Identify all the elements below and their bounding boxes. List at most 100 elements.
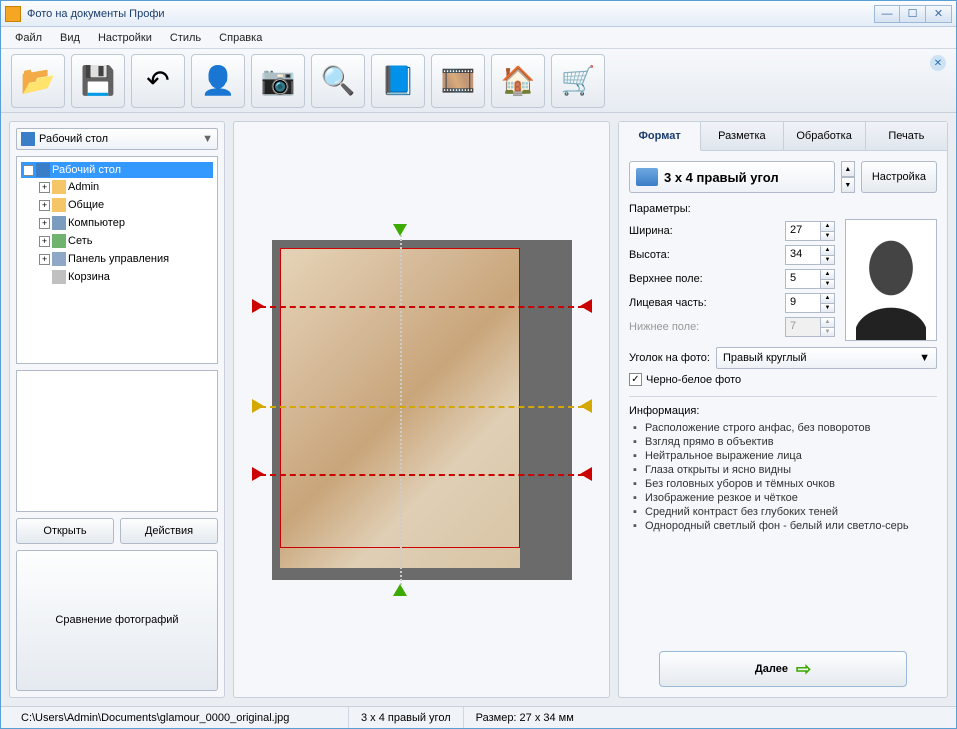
status-format: 3 x 4 правый угол (349, 707, 464, 728)
format-icon (636, 168, 658, 186)
chevron-down-icon[interactable]: ▼ (841, 177, 855, 193)
desktop-icon (36, 163, 50, 177)
menu-view[interactable]: Вид (52, 29, 88, 47)
tree-expand-icon[interactable]: + (39, 254, 50, 265)
actions-button[interactable]: Действия (120, 518, 218, 544)
computer-icon (52, 216, 66, 230)
tool-undo[interactable]: ↶ (131, 54, 185, 108)
tree-expand-icon[interactable]: + (39, 236, 50, 247)
params-title: Параметры: (629, 203, 937, 215)
info-list: Расположение строго анфас, без поворотов… (629, 421, 937, 533)
chevron-down-icon[interactable]: ▼ (821, 280, 834, 289)
chin-guide[interactable] (260, 474, 584, 476)
info-item: Средний контраст без глубоких теней (633, 505, 937, 519)
open-button[interactable]: Открыть (16, 518, 114, 544)
guide-handle-icon[interactable] (252, 467, 264, 481)
app-window: Фото на документы Профи — ☐ ✕ Файл Вид Н… (0, 0, 957, 729)
toolbar: 📂 💾 ↶ 👤 📷 🔍 📘 🎞️ 🏠 🛒 ✕ (1, 49, 956, 113)
tab-process[interactable]: Обработка (784, 122, 866, 150)
tree-node-admin[interactable]: + Admin (37, 179, 213, 195)
chevron-up-icon[interactable]: ▲ (841, 161, 855, 177)
chevron-down-icon[interactable]: ▼ (821, 256, 834, 265)
tree-node-label: Сеть (68, 235, 92, 247)
tree-node-desktop[interactable]: − Рабочий стол (21, 162, 213, 178)
minimize-button[interactable]: — (874, 5, 900, 23)
tree-collapse-icon[interactable]: − (23, 165, 34, 176)
close-help-button[interactable]: ✕ (930, 55, 946, 71)
guide-handle-icon[interactable] (252, 299, 264, 313)
guide-handle-icon[interactable] (580, 299, 592, 313)
vertical-guide[interactable] (400, 228, 402, 592)
width-spinner[interactable]: 27▲▼ (785, 221, 835, 241)
next-button[interactable]: Далее ⇨ (659, 651, 907, 687)
tree-node-cpanel[interactable]: +Панель управления (37, 251, 213, 267)
format-select[interactable]: 3 x 4 правый угол (629, 161, 835, 193)
folder-icon (52, 180, 66, 194)
guide-handle-icon[interactable] (580, 399, 592, 413)
bw-checkbox[interactable]: ✓ (629, 373, 642, 386)
menu-settings[interactable]: Настройки (90, 29, 160, 47)
tree-node-public[interactable]: +Общие (37, 197, 213, 213)
next-button-label: Далее (755, 663, 788, 675)
compare-button[interactable]: Сравнение фотографий (16, 550, 218, 692)
menu-style[interactable]: Стиль (162, 29, 209, 47)
tree-node-network[interactable]: + Сеть (37, 233, 213, 249)
menubar: Файл Вид Настройки Стиль Справка (1, 27, 956, 49)
tool-help[interactable]: 📘 (371, 54, 425, 108)
width-label: Ширина: (629, 225, 781, 237)
tool-image-search[interactable]: 🔍 (311, 54, 365, 108)
tree-node-trash[interactable]: Корзина (37, 269, 213, 285)
app-icon (5, 6, 21, 22)
chevron-up-icon[interactable]: ▲ (821, 246, 834, 256)
chevron-down-icon[interactable]: ▼ (821, 304, 834, 313)
eye-guide[interactable] (260, 406, 584, 408)
menu-file[interactable]: Файл (7, 29, 50, 47)
face-spinner[interactable]: 9▲▼ (785, 293, 835, 313)
guide-handle-icon[interactable] (580, 467, 592, 481)
chevron-up-icon[interactable]: ▲ (821, 270, 834, 280)
tree-expand-icon[interactable]: + (39, 182, 50, 193)
corner-select-text: Правый круглый (723, 352, 919, 364)
photo-editor[interactable] (252, 220, 592, 600)
top-handle-icon[interactable] (393, 224, 407, 236)
tool-home[interactable]: 🏠 (491, 54, 545, 108)
tool-camera[interactable]: 📷 (251, 54, 305, 108)
guide-handle-icon[interactable] (252, 399, 264, 413)
tree-node-computer[interactable]: +Компьютер (37, 215, 213, 231)
corner-select[interactable]: Правый круглый▼ (716, 347, 937, 369)
menu-help[interactable]: Справка (211, 29, 270, 47)
chevron-up-icon[interactable]: ▲ (821, 294, 834, 304)
chevron-up-icon[interactable]: ▲ (821, 222, 834, 232)
bottom-handle-icon[interactable] (393, 584, 407, 596)
tree-expand-icon[interactable]: + (39, 200, 50, 211)
info-item: Взгляд прямо в объектив (633, 435, 937, 449)
tree-node-label: Admin (68, 181, 99, 193)
location-combo[interactable]: Рабочий стол ▼ (16, 128, 218, 150)
height-label: Высота: (629, 249, 781, 261)
maximize-button[interactable]: ☐ (900, 5, 926, 23)
top-guide[interactable] (260, 306, 584, 308)
folder-icon (52, 198, 66, 212)
film-settings-icon: 🎞️ (441, 64, 476, 97)
tool-person[interactable]: 👤 (191, 54, 245, 108)
tab-format[interactable]: Формат (619, 122, 701, 151)
network-icon (52, 234, 66, 248)
tool-save[interactable]: 💾 (71, 54, 125, 108)
chevron-down-icon: ▼ (919, 352, 930, 364)
folder-open-icon: 📂 (21, 64, 56, 97)
height-spinner[interactable]: 34▲▼ (785, 245, 835, 265)
tool-cart[interactable]: 🛒 (551, 54, 605, 108)
tool-open[interactable]: 📂 (11, 54, 65, 108)
tab-print[interactable]: Печать (866, 122, 947, 150)
height-value: 34 (786, 246, 820, 264)
tree-expand-icon[interactable]: + (39, 218, 50, 229)
statusbar: C:\Users\Admin\Documents\glamour_0000_or… (1, 706, 956, 728)
tool-film[interactable]: 🎞️ (431, 54, 485, 108)
chevron-up-icon: ▲ (821, 318, 834, 328)
tab-markup[interactable]: Разметка (701, 122, 783, 150)
chevron-down-icon[interactable]: ▼ (821, 232, 834, 241)
format-spinner[interactable]: ▲▼ (841, 161, 855, 193)
settings-button[interactable]: Настройка (861, 161, 937, 193)
close-button[interactable]: ✕ (926, 5, 952, 23)
top-margin-spinner[interactable]: 5▲▼ (785, 269, 835, 289)
